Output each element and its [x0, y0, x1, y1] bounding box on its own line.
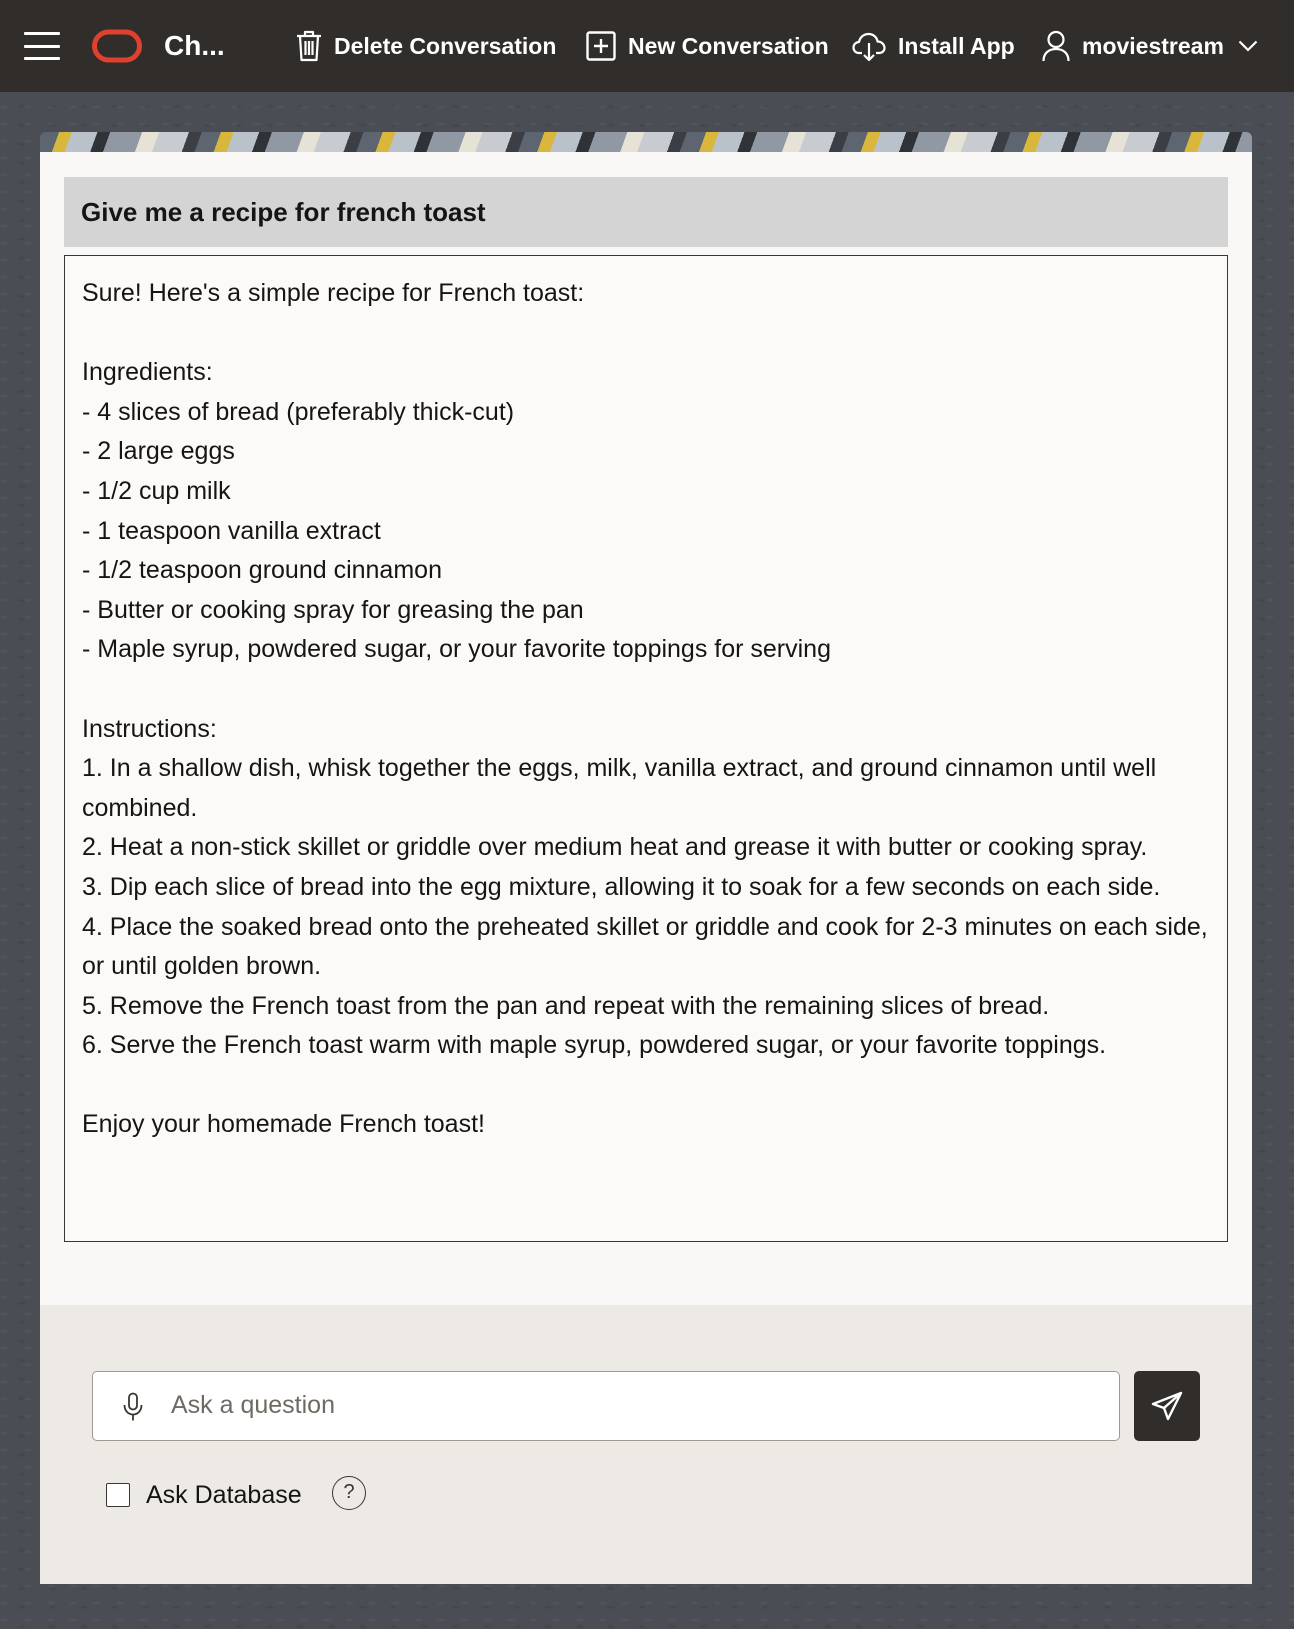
chat-panel: Give me a recipe for french toast Sure! …	[40, 152, 1252, 1584]
answer-line: 6. Serve the French toast warm with mapl…	[82, 1031, 1107, 1060]
microphone-icon[interactable]	[121, 1392, 145, 1422]
question-input-box[interactable]	[92, 1371, 1120, 1441]
help-circle-icon[interactable]: ?	[332, 1476, 366, 1510]
oracle-logo-icon[interactable]	[92, 29, 142, 63]
answer-line: - 1/2 teaspoon ground cinnamon	[82, 556, 442, 585]
answer-line: 1. In a shallow dish, whisk together the…	[82, 754, 1157, 822]
cloud-download-icon	[852, 32, 886, 62]
user-icon	[1042, 30, 1070, 62]
hamburger-menu-icon[interactable]	[24, 32, 60, 60]
user-menu-button[interactable]: moviestream	[1042, 26, 1258, 66]
answer-line: 3. Dip each slice of bread into the egg …	[82, 872, 1161, 901]
answer-line: - 4 slices of bread (preferably thick-cu…	[82, 397, 515, 426]
answer-line: - Maple syrup, powdered sugar, or your f…	[82, 635, 831, 664]
answer-line	[82, 314, 1210, 354]
answer-line: - 2 large eggs	[82, 437, 235, 466]
answer-line: Sure! Here's a simple recipe for French …	[82, 279, 585, 307]
answer-line: - 1/2 cup milk	[82, 476, 231, 505]
trash-icon	[297, 30, 321, 62]
answer-line: Enjoy your homemade French toast!	[82, 1110, 485, 1139]
user-question: Give me a recipe for french toast	[64, 177, 1228, 247]
answer-line: Ingredients:	[82, 358, 213, 387]
answer-line: 5. Remove the French toast from the pan …	[82, 991, 1050, 1020]
answer-line	[82, 670, 1210, 710]
new-conversation-label: New Conversation	[628, 32, 829, 59]
install-app-label: Install App	[898, 32, 1015, 59]
user-name: moviestream	[1082, 32, 1224, 59]
send-button[interactable]	[1134, 1371, 1200, 1441]
answer-line: Instructions:	[82, 714, 217, 743]
delete-conversation-label: Delete Conversation	[334, 32, 557, 59]
chevron-down-icon[interactable]	[1238, 40, 1258, 52]
assistant-answer: Sure! Here's a simple recipe for French …	[64, 255, 1228, 1242]
delete-conversation-button[interactable]: Delete Conversation	[296, 26, 556, 66]
answer-line: - Butter or cooking spray for greasing t…	[82, 595, 584, 624]
decorative-pattern-band	[40, 132, 1252, 152]
answer-line: 2. Heat a non-stick skillet or griddle o…	[82, 833, 1148, 862]
install-app-button[interactable]: Install App	[852, 26, 1015, 66]
ask-database-label[interactable]: Ask Database	[146, 1477, 302, 1513]
new-conversation-button[interactable]: New Conversation	[586, 26, 829, 66]
plus-square-icon	[586, 31, 616, 61]
app-title: Ch...	[164, 30, 225, 61]
question-input[interactable]	[171, 1372, 1101, 1439]
ask-database-checkbox[interactable]	[106, 1483, 130, 1507]
answer-line	[82, 1066, 1210, 1106]
answer-line: 4. Place the soaked bread onto the prehe…	[82, 912, 1208, 981]
top-bar: Ch... Delete Conversation New Conversati…	[0, 0, 1294, 92]
composer-area: Ask Database ?	[40, 1305, 1252, 1584]
answer-line: - 1 teaspoon vanilla extract	[82, 516, 381, 545]
paper-plane-icon	[1151, 1391, 1183, 1421]
